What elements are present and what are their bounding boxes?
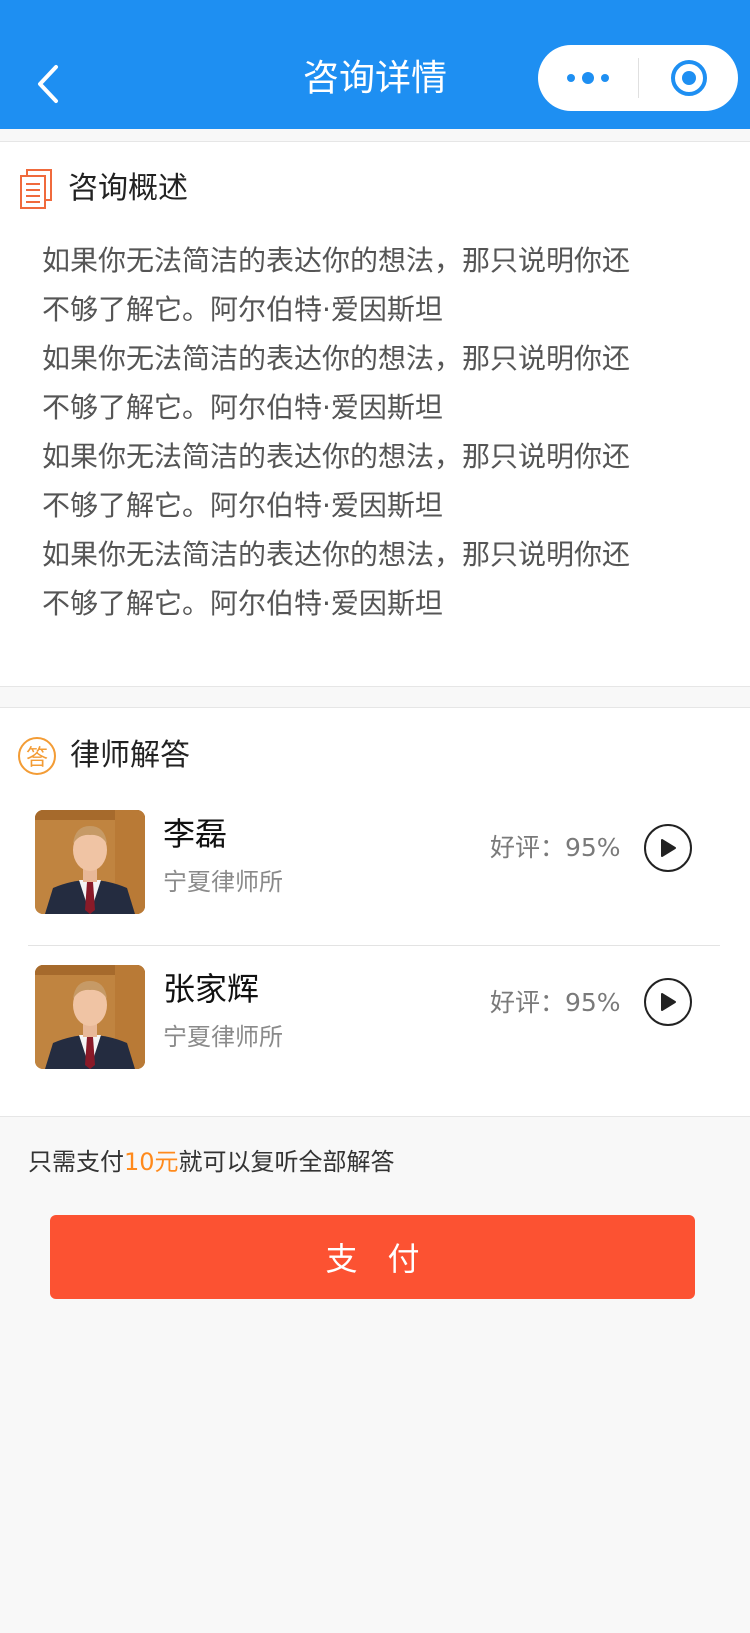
summary-line: 如果你无法简洁的表达你的想法，那只说明你还 (42, 538, 631, 571)
answers-header: 答 律师解答 (18, 736, 190, 776)
summary-title: 咨询概述 (68, 171, 188, 206)
summary-line: 不够了解它。阿尔伯特·爱因斯坦 (42, 391, 443, 424)
lawyer-rating: 好评：95% (490, 988, 621, 1017)
row-divider (28, 945, 720, 946)
summary-line: 如果你无法简洁的表达你的想法，那只说明你还 (42, 342, 631, 375)
lawyer-item[interactable]: 李磊 宁夏律师所 好评：95% (0, 810, 750, 960)
nav-bar: 咨询详情 (0, 0, 750, 129)
pay-note-prefix: 只需支付 (28, 1148, 124, 1176)
lawyer-firm: 宁夏律师所 (163, 868, 283, 896)
more-button[interactable] (538, 45, 638, 111)
lawyer-firm: 宁夏律师所 (163, 1023, 283, 1051)
summary-header: 咨询概述 (18, 168, 188, 210)
pay-note-suffix: 就可以复听全部解答 (178, 1148, 395, 1176)
target-icon (670, 60, 707, 96)
answer-badge-icon: 答 (18, 737, 56, 775)
play-button[interactable] (644, 824, 692, 872)
pay-amount: 10元 (124, 1148, 179, 1176)
consult-summary-section: 咨询概述 如果你无法简洁的表达你的想法，那只说明你还 不够了解它。阿尔伯特·爱因… (0, 141, 750, 687)
answers-title: 律师解答 (70, 738, 190, 773)
summary-line: 如果你无法简洁的表达你的想法，那只说明你还 (42, 440, 631, 473)
summary-line: 不够了解它。阿尔伯特·爱因斯坦 (42, 293, 443, 326)
pay-note: 只需支付10元就可以复听全部解答 (28, 1145, 395, 1179)
play-button[interactable] (644, 978, 692, 1026)
summary-line: 如果你无法简洁的表达你的想法，那只说明你还 (42, 244, 631, 277)
pay-button[interactable]: 支付 (50, 1215, 695, 1299)
mini-program-capsule (538, 45, 738, 111)
play-icon (661, 839, 676, 857)
more-dots-icon (567, 72, 609, 84)
summary-line: 不够了解它。阿尔伯特·爱因斯坦 (42, 587, 443, 620)
summary-line: 不够了解它。阿尔伯特·爱因斯坦 (42, 489, 443, 522)
lawyer-name: 张家辉 (163, 970, 260, 1008)
lawyer-rating: 好评：95% (490, 833, 621, 862)
play-icon (661, 993, 676, 1011)
document-icon (20, 169, 52, 209)
summary-text: 如果你无法简洁的表达你的想法，那只说明你还 不够了解它。阿尔伯特·爱因斯坦 如果… (42, 236, 642, 628)
avatar (35, 810, 145, 914)
close-mini-program-button[interactable] (639, 45, 738, 111)
lawyer-name: 李磊 (163, 815, 228, 853)
avatar (35, 965, 145, 1069)
lawyer-answers-section: 答 律师解答 李磊 宁夏律师所 好评：95% 张家辉 宁夏律师所 好评：95% (0, 707, 750, 1117)
lawyer-item[interactable]: 张家辉 宁夏律师所 好评：95% (0, 965, 750, 1115)
